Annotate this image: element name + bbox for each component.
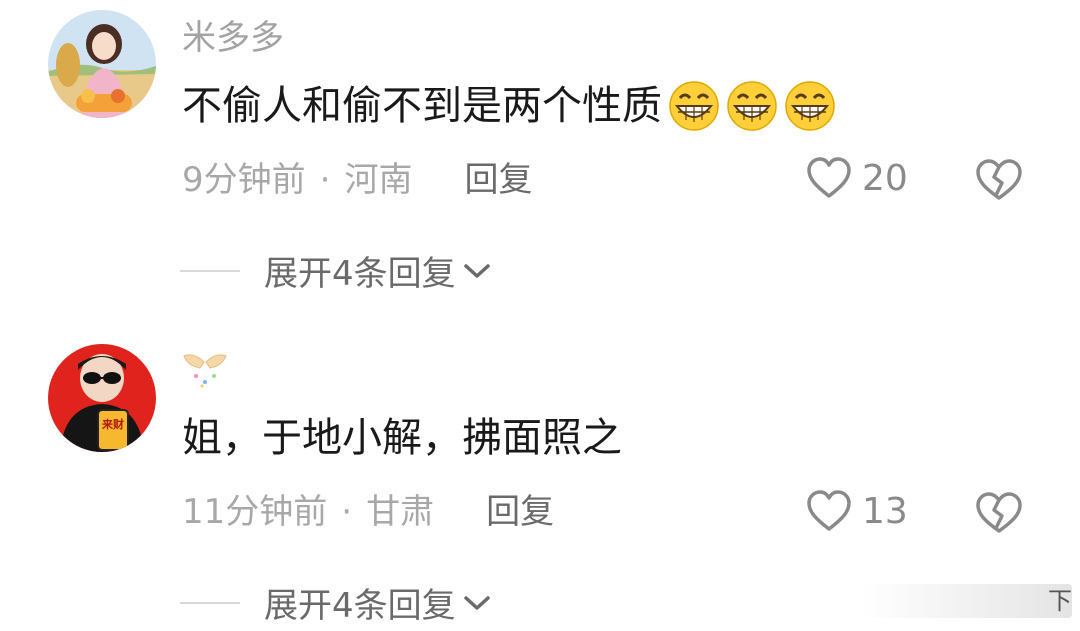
comment-text: 姐，于地小解，拂面照之 (182, 415, 622, 461)
timestamp: 11分钟前 (182, 492, 328, 532)
divider-line (180, 269, 240, 272)
chevron-down-icon (463, 263, 490, 278)
dislike-button[interactable] (974, 490, 1024, 536)
expand-replies-button[interactable]: 展开4条回复 (180, 246, 492, 295)
comment-meta: 9分钟前 · 河南 回复 (182, 158, 532, 202)
location: 甘肃 (366, 492, 435, 532)
grinning-face-emoji (668, 80, 720, 132)
username-badge[interactable] (182, 350, 228, 399)
location: 河南 (344, 160, 413, 200)
comment-text: 不偷人和偷不到是两个性质 (182, 83, 662, 129)
broken-heart-icon (976, 159, 1022, 200)
watermark: 下 (862, 584, 1072, 618)
expand-replies-label: 展开4条回复 (264, 254, 456, 294)
comment-text-row: 姐，于地小解，拂面照之 (182, 410, 622, 466)
heart-icon (807, 157, 851, 198)
comment-meta: 11分钟前 · 甘肃 回复 (182, 490, 554, 534)
angel-wings-icon (183, 354, 227, 388)
reply-button[interactable]: 回复 (486, 490, 554, 534)
like-count: 20 (862, 157, 908, 199)
expand-replies-label: 展开4条回复 (264, 586, 456, 626)
comment-text-row: 不偷人和偷不到是两个性质 (182, 78, 836, 134)
avatar-phone-text: 来财 (101, 417, 124, 431)
expand-replies-button[interactable]: 展开4条回复 (180, 578, 492, 627)
avatar[interactable]: 来财 (48, 344, 156, 452)
avatar[interactable] (48, 10, 156, 118)
like-button[interactable]: 20 (806, 156, 908, 200)
separator-dot: · (341, 492, 353, 532)
like-count: 13 (862, 490, 908, 532)
like-button[interactable]: 13 (806, 489, 908, 533)
grinning-face-emoji (726, 80, 778, 132)
divider-line (180, 601, 240, 604)
timestamp: 9分钟前 (182, 160, 306, 200)
reply-button[interactable]: 回复 (464, 158, 532, 202)
heart-icon (807, 490, 851, 531)
broken-heart-icon (976, 492, 1022, 533)
separator-dot: · (319, 160, 331, 200)
dislike-button[interactable] (974, 157, 1024, 203)
grinning-face-emoji (784, 80, 836, 132)
chevron-down-icon (463, 595, 490, 610)
username[interactable]: 米多多 (182, 18, 284, 58)
